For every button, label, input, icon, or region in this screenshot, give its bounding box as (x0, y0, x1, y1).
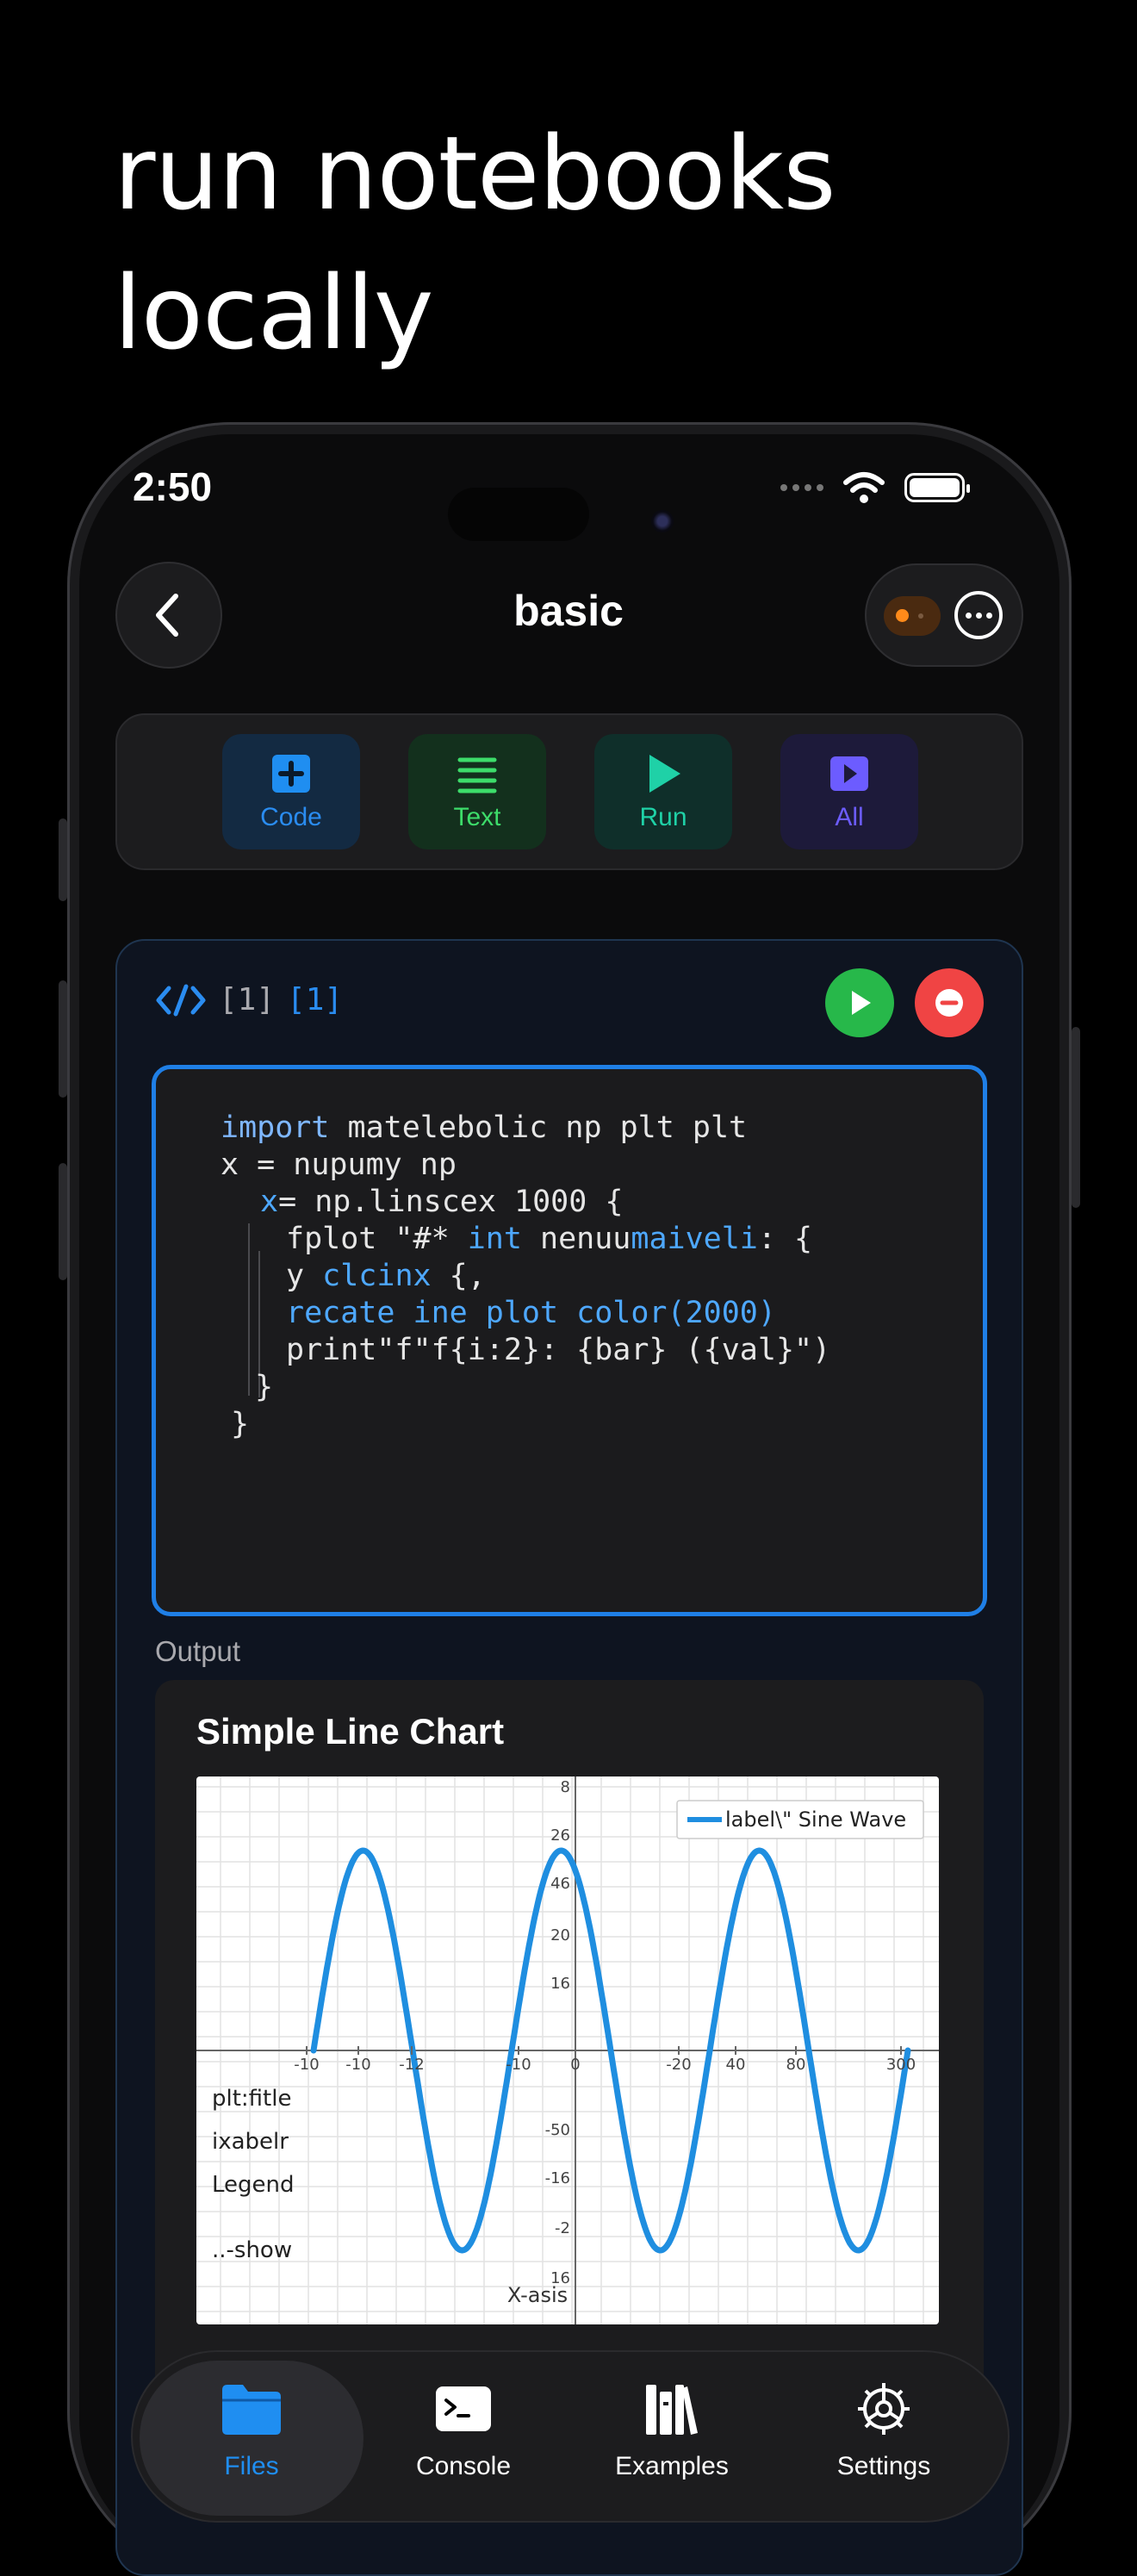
battery-icon (904, 473, 970, 502)
x-tick-label: 0 (570, 2056, 580, 2074)
x-tick-label: -10 (294, 2056, 319, 2074)
gear-icon (858, 2383, 910, 2435)
plus-square-icon (272, 755, 310, 793)
legend-label: label\" Sine Wave (725, 1808, 906, 1832)
plot-side-text: Legend (212, 2172, 295, 2198)
code-line-4: fplot "#* int nenuumaiveli: { (286, 1222, 813, 1256)
x-tick-label: -10 (345, 2056, 370, 2074)
code-line-9: } (231, 1407, 250, 1441)
all-label: All (835, 803, 864, 831)
minus-circle-icon (935, 989, 963, 1017)
y-tick-label: 26 (550, 1826, 570, 1845)
power-button (1072, 1027, 1080, 1208)
code-line-8: } (255, 1370, 274, 1404)
line-chart: -10 -10 -12 -10 0 -20 40 80 300 8 26 46 20 16 -50 -16 -2… (196, 1776, 939, 2324)
add-code-cell-button[interactable]: Code (222, 734, 360, 849)
y-tick-label: 46 (550, 1875, 570, 1893)
books-icon (646, 2385, 698, 2435)
headline-line-2: locally (114, 253, 434, 372)
chart-title: Simple Line Chart (196, 1711, 505, 1752)
status-time: 2:50 (133, 464, 213, 509)
plot-side-text: plt:fitle (212, 2086, 291, 2112)
tab-files[interactable]: Files (140, 2361, 363, 2516)
terminal-icon (436, 2386, 491, 2431)
plot-side-text: ixabelr (212, 2129, 289, 2155)
volume-up-button (59, 980, 67, 1098)
dynamic-island (448, 488, 589, 541)
tab-console[interactable]: Console (351, 2361, 575, 2516)
tab-settings[interactable]: Settings (772, 2361, 996, 2516)
code-line-5: y clcinx {, (286, 1259, 486, 1293)
code-line-7: print"f"f{i:2}: {bar} ({val}") (286, 1333, 831, 1367)
y-tick-label: -16 (545, 2169, 570, 2187)
plot-side-text: ..-show (212, 2237, 292, 2263)
text-lines-icon (457, 757, 497, 793)
x-tick-label: 80 (786, 2056, 806, 2074)
play-square-icon (830, 756, 868, 791)
run-label: Run (639, 803, 687, 831)
play-icon (852, 991, 871, 1015)
mute-switch (59, 818, 67, 901)
folder-icon (222, 2385, 281, 2435)
delete-cell-button[interactable] (915, 968, 984, 1037)
ellipsis-icon (965, 612, 972, 619)
status-icons (780, 470, 970, 505)
nav-actions (865, 563, 1023, 667)
tab-console-label: Console (415, 2452, 512, 2480)
y-tick-label: 16 (550, 1975, 570, 1993)
add-text-cell-button[interactable]: Text (408, 734, 546, 849)
code-label: Code (260, 803, 322, 831)
tab-settings-label: Settings (836, 2452, 931, 2480)
tab-examples-label: Examples (615, 2452, 729, 2480)
run-all-button[interactable]: All (780, 734, 918, 849)
x-tick-label: 300 (886, 2056, 916, 2074)
y-tick-label: -2 (555, 2219, 570, 2237)
y-tick-label: 8 (561, 1778, 570, 1796)
code-line-2: x = nupumy np (221, 1148, 457, 1182)
headline-line-1: run notebooks (114, 114, 836, 233)
run-cell-inline-button[interactable] (825, 968, 894, 1037)
front-camera (651, 510, 674, 532)
signal-icon (780, 484, 823, 491)
code-brackets-icon (156, 984, 206, 1016)
x-tick-label: 40 (726, 2056, 746, 2074)
x-tick-label: -20 (666, 2056, 691, 2074)
marketing-headline: run notebooks locally (114, 103, 836, 383)
wifi-icon (843, 472, 885, 503)
notebook-toolbar: Code Text Run All (115, 713, 1023, 870)
tab-files-label: Files (224, 2452, 279, 2480)
execution-count-output: [1] (287, 982, 344, 1017)
kernel-status-toggle[interactable] (884, 596, 941, 636)
tab-examples[interactable]: Examples (560, 2361, 784, 2516)
text-label: Text (453, 803, 501, 831)
code-text: import matelebolic np plt plt x = nupumy … (221, 1110, 830, 1443)
code-line-6: recate ine plot color(2000) (286, 1296, 776, 1330)
x-tick-label: -10 (506, 2056, 531, 2074)
code-line-3: x= np.linscex 1000 { (260, 1185, 624, 1219)
x-tick-label: -12 (399, 2056, 424, 2074)
y-tick-label: 20 (550, 1926, 570, 1944)
more-options-button[interactable] (954, 591, 1003, 639)
volume-down-button (59, 1163, 67, 1280)
y-tick-label: -50 (545, 2121, 570, 2139)
run-cell-button[interactable]: Run (594, 734, 732, 849)
execution-count: [1] (219, 982, 276, 1017)
code-line-1: import matelebolic np plt plt (221, 1111, 748, 1145)
play-icon (649, 755, 680, 793)
x-axis-label: X-asis (507, 2283, 568, 2307)
cell-header: [1] [1] (155, 982, 343, 1017)
output-label: Output (155, 1635, 241, 1667)
